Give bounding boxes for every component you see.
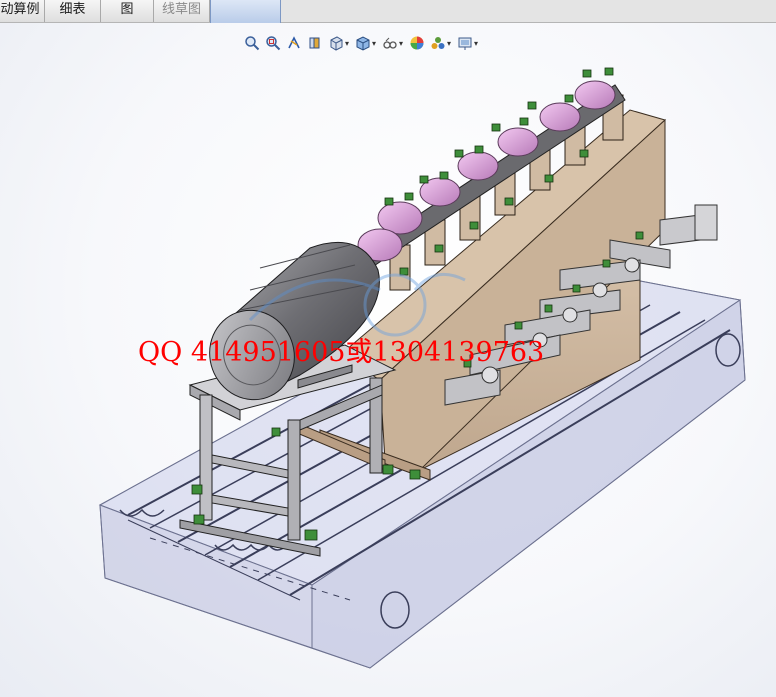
contact-watermark-text: QQ 414951605或1304139763 <box>138 337 545 368</box>
